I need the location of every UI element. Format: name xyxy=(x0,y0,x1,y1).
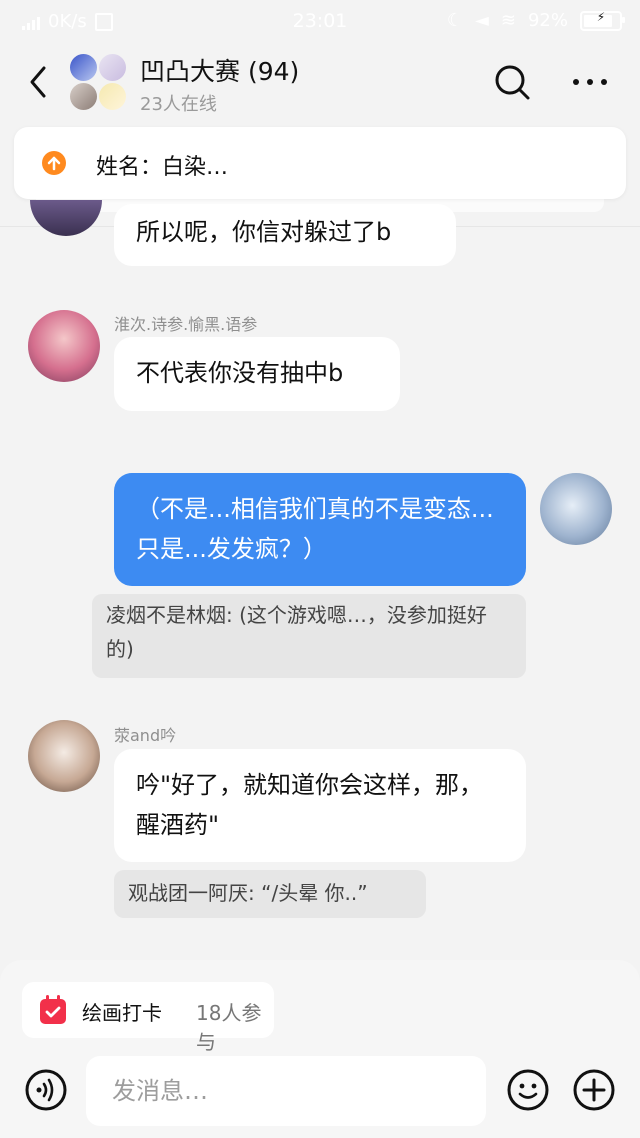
group-avatar[interactable] xyxy=(70,54,126,110)
group-title: 凹凸大赛 (94) xyxy=(140,57,300,86)
group-avatar-tile xyxy=(70,54,97,81)
title-block[interactable]: 凹凸大赛 (94) 23人在线 xyxy=(140,52,299,116)
avatar[interactable] xyxy=(28,310,100,382)
message-text: （不是...相信我们真的不是变态...只是...发发疯？） xyxy=(136,495,494,563)
message-bubble[interactable]: 吟"好了，就知道你会这样，那，醒酒药" xyxy=(114,749,526,862)
moon-icon: ☾ xyxy=(446,10,464,31)
group-avatar-tile xyxy=(70,83,97,110)
quoted-text: 凌烟不是林烟: (这个游戏嗯…，没参加挺好的) xyxy=(106,603,487,661)
battery-icon: ⚡ xyxy=(580,9,625,31)
checkin-chip[interactable]: 绘画打卡 18人参与 xyxy=(22,982,274,1054)
own-message-bubble[interactable]: （不是...相信我们真的不是变态...只是...发发疯？） xyxy=(114,473,526,586)
sender-name: 荥and吟 xyxy=(114,726,177,745)
message-text: 不代表你没有抽中b xyxy=(136,359,344,387)
message-input[interactable] xyxy=(86,1056,486,1126)
sender-name: 淮次.诗参.愉黑.语参 xyxy=(114,315,258,334)
message-bubble[interactable]: 不代表你没有抽中b xyxy=(114,337,400,411)
message-bubble[interactable]: 所以呢，你信对躲过了b xyxy=(114,204,456,266)
calendar-icon xyxy=(38,994,68,1026)
emoji-button[interactable] xyxy=(506,1068,550,1112)
voice-button[interactable] xyxy=(24,1068,68,1112)
quoted-reply[interactable]: 凌烟不是林烟: (这个游戏嗯…，没参加挺好的) xyxy=(92,594,526,678)
status-right: ☾ ◄ ≋ 92% ⚡ xyxy=(446,9,625,31)
charging-icon: ⚡ xyxy=(596,9,606,24)
avatar[interactable] xyxy=(30,200,102,236)
avatar[interactable] xyxy=(28,720,100,792)
quoted-text: 观战团一阿厌: “/头晕 你..” xyxy=(128,881,368,905)
quoted-reply[interactable]: 观战团一阿厌: “/头晕 你..” xyxy=(114,870,426,918)
more-dots-icon xyxy=(573,79,607,85)
back-arrow-icon xyxy=(30,66,46,98)
emoji-icon xyxy=(507,1069,549,1111)
battery-percent: 92% xyxy=(527,10,568,31)
back-button[interactable] xyxy=(24,64,56,100)
group-avatar-tile xyxy=(99,83,126,110)
pinned-notice[interactable]: 姓名：白染… xyxy=(14,127,626,199)
checkin-label: 绘画打卡 xyxy=(82,1001,162,1025)
own-avatar[interactable] xyxy=(540,473,612,545)
wifi-icon: ≋ xyxy=(500,10,516,31)
add-button[interactable] xyxy=(572,1068,616,1112)
group-avatar-tile xyxy=(99,54,126,81)
message-text: 吟"好了，就知道你会这样，那，醒酒药" xyxy=(136,771,484,839)
pinned-text: 姓名：白染… xyxy=(96,155,229,180)
status-bar: 0K/s 23:01 ☾ ◄ ≋ 92% ⚡ xyxy=(0,0,640,44)
voice-icon xyxy=(25,1069,67,1111)
mute-icon: ◄ xyxy=(475,10,489,31)
search-button[interactable] xyxy=(492,62,532,102)
online-count: 23人在线 xyxy=(140,94,217,115)
pin-up-icon xyxy=(42,151,66,175)
search-icon xyxy=(495,65,530,100)
plus-icon xyxy=(573,1069,615,1111)
message-text: 所以呢，你信对躲过了b xyxy=(136,218,392,246)
chat-header: 凹凸大赛 (94) 23人在线 xyxy=(0,44,640,120)
more-button[interactable] xyxy=(568,62,612,102)
checkin-count: 18人参与 xyxy=(196,1001,262,1054)
